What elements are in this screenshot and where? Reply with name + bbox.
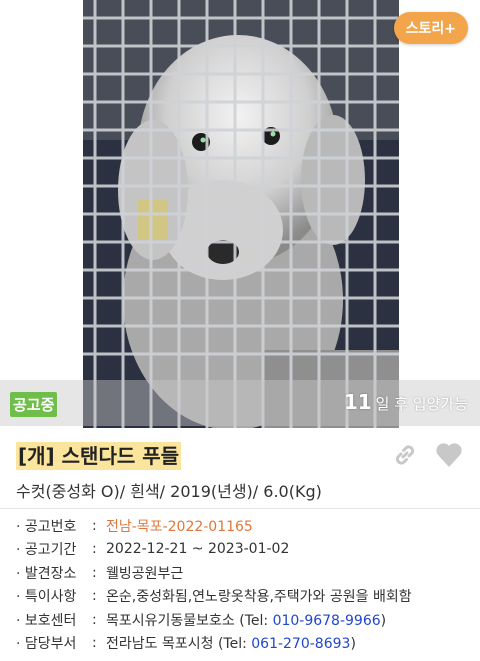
- pet-photo[interactable]: [83, 0, 399, 428]
- adoption-days-text: 일 후 입양가능: [375, 395, 468, 413]
- cage-photo-image: [83, 0, 399, 428]
- link-icon: [395, 445, 415, 465]
- info-row-notes: 특이사항 : 온순,중성화됨,연노랑옷착용,주택가와 공원을 배회함: [16, 585, 466, 609]
- heart-icon: [436, 443, 462, 467]
- info-label: 발견장소: [16, 563, 92, 583]
- adoption-days-number: 11: [343, 390, 372, 414]
- info-row-notice-no: 공고번호 : 전남-목포-2022-01165: [16, 514, 466, 538]
- department-name: 전라남도 목포시청 (Tel:: [106, 636, 252, 653]
- info-label: 담당부서: [16, 633, 92, 653]
- info-row-notice-period: 공고기간 : 2022-12-21 ~ 2023-01-02: [16, 538, 466, 562]
- info-label: 보호센터: [16, 610, 92, 630]
- shelter-value: 목포시유기동물보호소 (Tel: 010-9678-9966): [106, 612, 387, 629]
- pet-photo-area: 스토리+ 공고중 11 일 후 입양가능: [0, 0, 480, 428]
- shelter-phone-link[interactable]: 010-9678-9966: [273, 613, 381, 629]
- shelter-name: 목포시유기동물보호소 (Tel:: [106, 612, 273, 629]
- info-label: 공고번호: [16, 516, 92, 536]
- listing-actions: [390, 440, 464, 470]
- info-row-shelter: 보호센터 : 목포시유기동물보호소 (Tel: 010-9678-9966): [16, 608, 466, 632]
- info-label: 특이사항: [16, 586, 92, 606]
- pet-info-list: 공고번호 : 전남-목포-2022-01165 공고기간 : 2022-12-2…: [16, 514, 466, 655]
- notice-period: 2022-12-21 ~ 2023-01-02: [106, 541, 290, 558]
- department-phone-link[interactable]: 061-270-8693: [251, 636, 350, 652]
- pet-summary: 수컷(중성화 O)/ 흰색/ 2019(년생)/ 6.0(Kg): [16, 482, 322, 501]
- favorite-button[interactable]: [434, 440, 464, 470]
- adoption-countdown: 11 일 후 입양가능: [344, 390, 468, 414]
- divider: [0, 508, 480, 509]
- pet-title: [개] 스탠다드 푸들: [16, 442, 182, 470]
- notice-number: 전남-목포-2022-01165: [106, 518, 253, 535]
- found-place: 웰빙공원부근: [106, 565, 184, 582]
- info-label: 공고기간: [16, 539, 92, 559]
- special-notes: 온순,중성화됨,연노랑옷착용,주택가와 공원을 배회함: [106, 589, 412, 606]
- department-value: 전라남도 목포시청 (Tel: 061-270-8693): [106, 636, 356, 653]
- story-button[interactable]: 스토리+: [393, 12, 468, 44]
- status-badge: 공고중: [10, 392, 58, 417]
- share-link-button[interactable]: [390, 440, 420, 470]
- info-row-found-place: 발견장소 : 웰빙공원부근: [16, 561, 466, 585]
- info-row-department: 담당부서 : 전라남도 목포시청 (Tel: 061-270-8693): [16, 632, 466, 656]
